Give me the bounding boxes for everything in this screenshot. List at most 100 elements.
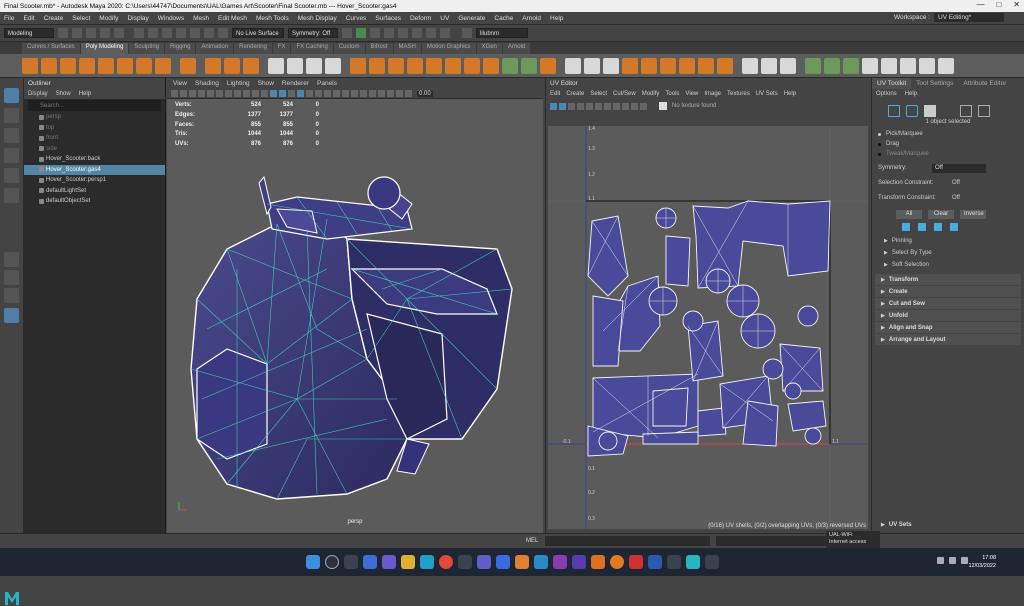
app-icon[interactable] (666, 555, 681, 569)
select-hierarchy-icon[interactable] (134, 28, 144, 38)
menu-uv[interactable]: UV (440, 15, 449, 22)
select-loop-icon[interactable] (934, 223, 942, 231)
shrink-selection-icon[interactable] (918, 223, 926, 231)
single-perspective-layout-icon[interactable] (4, 252, 19, 267)
outliner-item[interactable]: defaultObjectSet (24, 196, 165, 207)
menu-edit-mesh[interactable]: Edit Mesh (218, 15, 247, 22)
select-inverse-button[interactable]: Inverse (960, 209, 986, 219)
outliner-search-input[interactable]: Search... (28, 100, 161, 111)
symmetry-dropdown[interactable]: Symmetry: Off (288, 28, 338, 38)
shelf-tab-motion-graphics[interactable]: Motion Graphics (421, 43, 476, 54)
snap-grid-icon[interactable] (176, 28, 186, 38)
shelf-tab-animation[interactable]: Animation (196, 43, 234, 54)
wedge-icon[interactable] (679, 57, 695, 74)
append-polygon-icon[interactable] (483, 57, 499, 74)
menu-create[interactable]: Create (44, 15, 64, 22)
viewport-menu-view[interactable]: View (173, 80, 187, 87)
select-tool-icon[interactable] (4, 88, 19, 103)
task-view-icon[interactable] (343, 555, 358, 569)
render-settings-icon[interactable] (384, 28, 394, 38)
circularize-icon[interactable] (660, 57, 676, 74)
blender-icon[interactable] (609, 555, 624, 569)
outliner-menu-help[interactable]: Help (79, 91, 91, 97)
select-all-button[interactable]: All (896, 209, 922, 219)
outliner-menu-display[interactable]: Display (28, 91, 48, 97)
arnold-render-icon[interactable] (426, 28, 436, 38)
shelf-tab-rigging[interactable]: Rigging (165, 43, 196, 54)
target-weld-icon[interactable] (521, 57, 537, 74)
select-object-icon[interactable] (148, 28, 158, 38)
bevel-edge-icon[interactable] (445, 57, 461, 74)
shelf-tab-mash[interactable]: MASH (393, 43, 421, 54)
uv-menu-textures[interactable]: Textures (727, 91, 750, 97)
render-view-icon[interactable] (412, 28, 422, 38)
uv-menu-cut-sew[interactable]: Cut/Sew (613, 91, 636, 97)
open-scene-icon[interactable] (72, 28, 82, 38)
uv-unfold-icon[interactable] (900, 57, 916, 74)
tab-attribute-editor[interactable]: Attribute Editor (958, 78, 1011, 89)
uv-menu-tools[interactable]: Tools (665, 91, 679, 97)
app2-icon[interactable] (704, 555, 719, 569)
uv-menu-create[interactable]: Create (566, 91, 584, 97)
uv-menu-image[interactable]: Image (704, 91, 721, 97)
viewport-menu-shading[interactable]: Shading (195, 80, 219, 87)
uv-borders-icon[interactable] (577, 102, 584, 110)
separate-icon[interactable] (287, 57, 303, 74)
shelf-tab-fx[interactable]: FX (272, 43, 291, 54)
uv-menu-uv-sets[interactable]: UV Sets (756, 91, 778, 97)
combine-icon[interactable] (268, 57, 284, 74)
menu-select[interactable]: Select (72, 15, 90, 22)
edge-loop-icon[interactable] (565, 57, 581, 74)
undo-icon[interactable] (100, 28, 110, 38)
rotate-tool-icon[interactable] (4, 168, 19, 183)
snap-point-icon[interactable] (204, 28, 214, 38)
menu-help[interactable]: Help (550, 15, 563, 22)
uv-spherical-icon[interactable] (843, 57, 859, 74)
uv-isolate-icon[interactable] (604, 102, 611, 110)
redo-icon[interactable] (114, 28, 124, 38)
uv-distortion-icon[interactable] (568, 102, 575, 110)
outliner-item[interactable]: persp (24, 112, 165, 123)
smooth-icon[interactable] (306, 57, 322, 74)
merge-icon[interactable] (622, 57, 638, 74)
arrange-and-layout-section[interactable]: ▶ Arrange and Layout (875, 334, 1021, 345)
shelf-tab-xgen[interactable]: XGen (476, 43, 502, 54)
wireframe-on-shaded-icon[interactable] (297, 90, 304, 97)
start-icon[interactable] (305, 555, 320, 569)
safe-title-icon[interactable] (261, 90, 268, 97)
uv-vertex-mode-icon[interactable] (906, 105, 918, 117)
offset-loop-icon[interactable] (584, 57, 600, 74)
user-dropdown[interactable]: lilubnm (476, 28, 528, 38)
insert-loop-icon[interactable] (603, 57, 619, 74)
grid-toggle-icon[interactable] (207, 90, 214, 97)
chrome-icon[interactable] (438, 555, 453, 569)
uv-checker-icon[interactable] (919, 57, 935, 74)
symmetry-dropdown[interactable]: Off (932, 163, 986, 173)
new-scene-icon[interactable] (58, 28, 68, 38)
poly-disc-icon[interactable] (136, 57, 152, 74)
chevron-up-icon[interactable] (937, 557, 944, 564)
uv-edge-mode-icon[interactable] (960, 105, 972, 117)
uv-shaded-icon[interactable] (559, 102, 566, 110)
outliner-item[interactable]: defaultLightSet (24, 186, 165, 197)
ipr-render-icon[interactable] (370, 28, 380, 38)
exposure-icon[interactable] (405, 90, 412, 97)
search-icon[interactable] (324, 555, 339, 569)
menu-mesh[interactable]: Mesh (193, 15, 209, 22)
menu-edit[interactable]: Edit (23, 15, 34, 22)
system-clock[interactable]: 17:08 12/03/2022 (968, 554, 996, 570)
menu-deform[interactable]: Deform (410, 15, 431, 22)
uv-menu-select[interactable]: Select (590, 91, 607, 97)
uv-menu-view[interactable]: View (685, 91, 698, 97)
scooter-mesh[interactable] (167, 99, 543, 519)
extrude-icon[interactable] (388, 57, 404, 74)
premiere-icon[interactable] (552, 555, 567, 569)
exposure-field[interactable]: 0.00 (417, 90, 433, 97)
backface-culling-icon[interactable] (396, 90, 403, 97)
drag-radio[interactable] (878, 142, 881, 146)
svg-tool-icon[interactable] (243, 57, 259, 74)
move-tool-icon[interactable] (4, 148, 19, 163)
tweak-marquee-radio[interactable] (878, 152, 881, 156)
film-gate-icon[interactable] (216, 90, 223, 97)
viewport-menu-renderer[interactable]: Renderer (282, 80, 309, 87)
